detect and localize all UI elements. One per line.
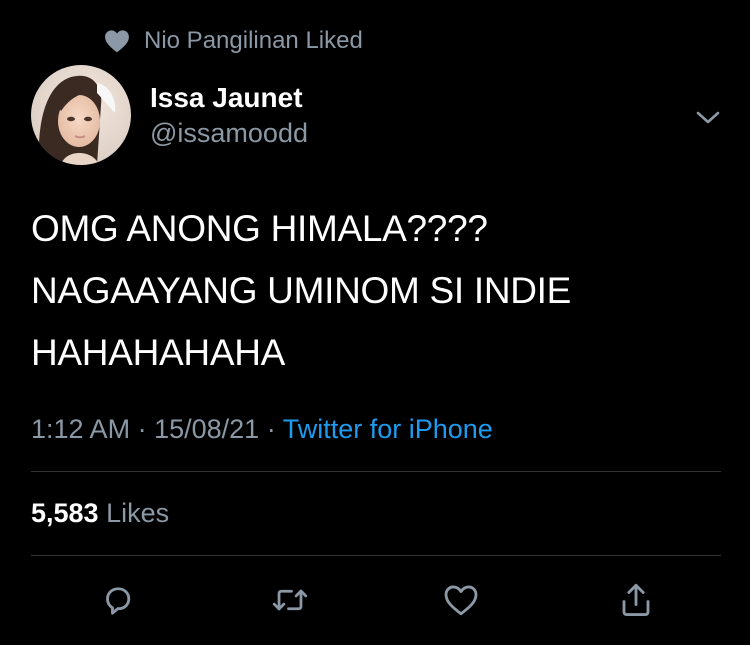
tweet-text-line: OMG ANONG HIMALA???? [31, 208, 488, 249]
likes-count: 5,583 [31, 498, 99, 528]
share-icon [622, 583, 650, 616]
tweet-actions [0, 580, 750, 620]
tweet-text-line: HAHAHAHAHA [31, 332, 285, 373]
reply-icon [106, 587, 131, 615]
heart-outline-icon [444, 585, 478, 616]
meta-separator: · [137, 414, 147, 444]
retweet-button[interactable] [270, 580, 310, 620]
tweet-text-line: NAGAAYANG UMINOM SI INDIE [31, 270, 572, 311]
share-button[interactable] [616, 580, 656, 620]
likes-stat[interactable]: 5,583 Likes [31, 498, 169, 529]
like-button[interactable] [441, 580, 481, 620]
divider [31, 555, 721, 556]
chevron-down-icon[interactable] [694, 103, 722, 131]
tweet-time: 1:12 AM [31, 414, 131, 444]
author-handle[interactable]: @issamoodd [150, 118, 308, 149]
divider [31, 471, 721, 472]
reply-button[interactable] [98, 580, 138, 620]
heart-icon [104, 29, 130, 53]
social-context[interactable]: Nio Pangilinan Liked [104, 26, 363, 56]
avatar[interactable] [31, 65, 131, 165]
tweet-source-link[interactable]: Twitter for iPhone [283, 414, 493, 444]
tweet-text: OMG ANONG HIMALA???? NAGAAYANG UMINOM SI… [31, 198, 721, 384]
tweet-meta: 1:12 AM · 15/08/21 · Twitter for iPhone [31, 414, 493, 445]
likes-label: Likes [106, 498, 170, 528]
retweet-icon [272, 589, 308, 611]
meta-separator: · [266, 414, 276, 444]
author-display-name[interactable]: Issa Jaunet [150, 82, 303, 114]
tweet-date: 15/08/21 [154, 414, 260, 444]
social-context-text: Nio Pangilinan Liked [144, 27, 363, 54]
